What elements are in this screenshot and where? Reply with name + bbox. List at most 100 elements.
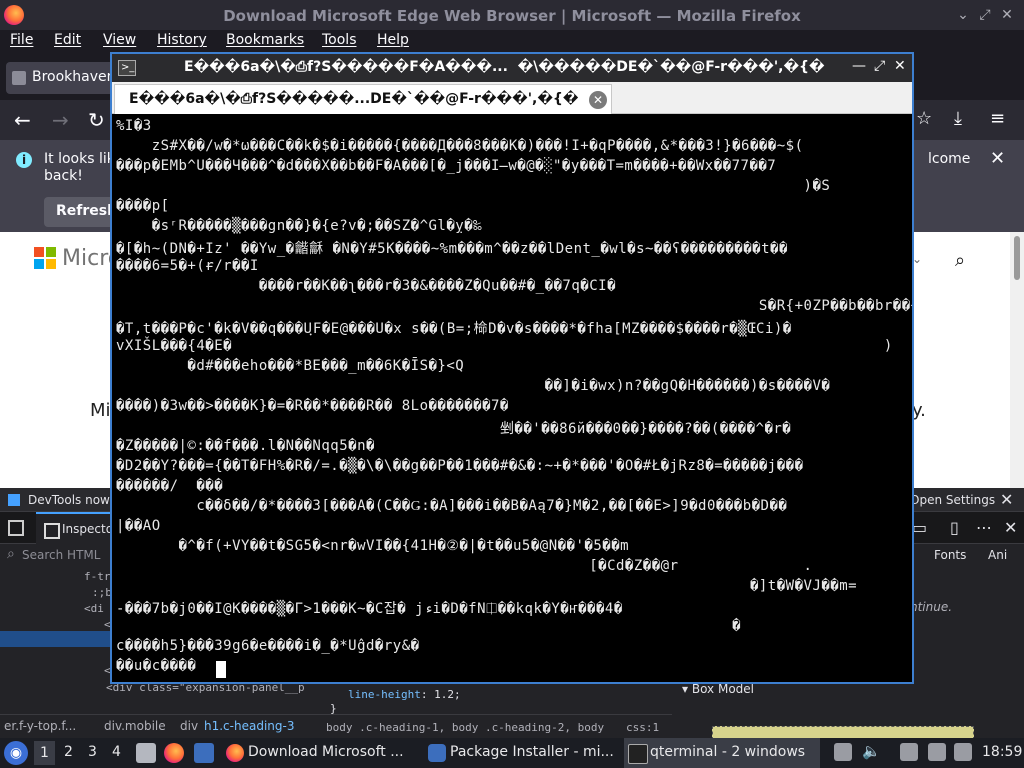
- app-launcher-icon[interactable]: [194, 743, 214, 763]
- menu-help[interactable]: Help: [377, 32, 409, 48]
- responsive-icon[interactable]: ▯: [950, 518, 959, 537]
- devtools-icon: [8, 494, 20, 506]
- open-settings-link[interactable]: Open Settings: [910, 493, 995, 507]
- terminal-line: ������/ ���: [116, 478, 224, 494]
- workspace-1[interactable]: 1: [34, 741, 55, 765]
- task-qterminal[interactable]: qterminal - 2 windows: [624, 738, 820, 768]
- microsoft-logo-icon: [34, 247, 56, 269]
- browser-tab[interactable]: Brookhaven: [6, 62, 126, 94]
- devtools-banner-text: DevTools now f: [28, 493, 118, 507]
- terminal-line: -���7b�j0��I@K����▒�Γ>1���K~�C잡� jءi�D�f…: [116, 601, 623, 617]
- terminal-line: �^�f(+VY��t�SG5�<nr�wVI��{41H�②�|�t��u5�…: [116, 538, 630, 554]
- menu-edit[interactable]: Edit: [54, 32, 81, 48]
- hamburger-menu-icon[interactable]: ≡: [990, 108, 1005, 129]
- terminal-line: ��]�i�wx)n?��gQ�H������)�s����V�: [116, 378, 831, 394]
- tab-fonts[interactable]: Fonts: [934, 548, 966, 562]
- tray-display-icon[interactable]: [928, 743, 946, 761]
- dock-icon[interactable]: ▭: [912, 518, 927, 537]
- close-icon[interactable]: ✕: [894, 58, 906, 74]
- forward-icon[interactable]: →: [52, 108, 69, 132]
- terminal-line: �Z�����|©:��f���.l�N��Nqq5�n�: [116, 438, 375, 454]
- banner-close-icon[interactable]: ✕: [1000, 490, 1013, 509]
- more-options-icon[interactable]: ⋯: [976, 518, 992, 537]
- breadcrumb-item[interactable]: div.mobile: [104, 719, 166, 733]
- terminal-line: [�Cd�Z��@r .: [116, 558, 813, 574]
- reload-icon[interactable]: ↻: [88, 108, 105, 132]
- page-body-text: Mi: [90, 400, 111, 421]
- volume-icon[interactable]: 🔈: [862, 742, 881, 760]
- terminal-line: c����h5}���39g6�e����i�_�*Uĝd�ry&�: [116, 638, 420, 654]
- tab-favicon-icon: [12, 71, 26, 85]
- terminal-line: �]t�W�VJ��m=: [116, 578, 858, 594]
- terminal-line: �[�h~(DN�+Iz' ��Yw_�龤龢 �N�Y#5K����~%m���…: [116, 241, 788, 257]
- taskbar: ◉ 1 2 3 4 Download Microsoft ... Package…: [0, 738, 1024, 768]
- file-manager-icon[interactable]: [136, 743, 156, 763]
- minimize-icon[interactable]: ⌄: [954, 6, 972, 24]
- tab-close-icon[interactable]: ✕: [589, 91, 607, 109]
- start-menu-icon[interactable]: ◉: [4, 741, 28, 765]
- breadcrumb-item[interactable]: div: [180, 719, 198, 733]
- notification-text-2: back!: [44, 168, 83, 184]
- element-picker-icon[interactable]: [8, 520, 24, 536]
- box-model-header[interactable]: ▾ Box Model: [682, 682, 754, 696]
- back-icon[interactable]: ←: [14, 108, 31, 132]
- devtools-close-icon[interactable]: ✕: [1004, 518, 1017, 537]
- tree-line[interactable]: <di: [84, 602, 104, 615]
- search-icon[interactable]: ⌕: [955, 250, 965, 271]
- menu-bookmarks[interactable]: Bookmarks: [226, 32, 304, 48]
- breadcrumb-item[interactable]: h1.c-heading-3: [204, 719, 294, 733]
- notification-text-right: lcome: [928, 151, 971, 167]
- terminal-app-icon: >_: [118, 60, 136, 76]
- workspace-2[interactable]: 2: [64, 744, 73, 760]
- menu-tools[interactable]: Tools: [322, 32, 357, 48]
- tray-clipboard-icon[interactable]: [834, 743, 852, 761]
- tab-label: Brookhaven: [32, 69, 116, 85]
- css-value[interactable]: 1.2;: [434, 688, 461, 701]
- tray-notes-icon[interactable]: [900, 743, 918, 761]
- info-icon: i: [16, 152, 32, 168]
- menu-history[interactable]: History: [157, 32, 207, 48]
- maximize-icon[interactable]: ⤢: [874, 58, 885, 74]
- page-scrollbar[interactable]: [1010, 232, 1024, 488]
- downloads-icon[interactable]: ⤓: [954, 108, 962, 129]
- tree-line[interactable]: f-tr: [84, 570, 111, 583]
- page-body-text-right: y.: [912, 400, 926, 421]
- qterminal-window: >_ E���6a�\�⎙f?S�����F�A���... �\�����DE…: [110, 52, 914, 684]
- clock: 18:59: [982, 744, 1023, 760]
- tab-inspector[interactable]: Inspecto: [36, 512, 116, 544]
- close-icon[interactable]: ✕: [998, 6, 1016, 24]
- terminal-output[interactable]: %I�3 zS#X��/w�*ω���C��k�$�i�����{����Д��…: [112, 114, 912, 682]
- css-source-link[interactable]: css:1: [626, 721, 659, 734]
- task-firefox[interactable]: Download Microsoft ...: [222, 738, 412, 768]
- task-package-installer[interactable]: Package Installer - mi...: [424, 738, 616, 768]
- terminal-line: �D2��Y?���={��T�FH%�R�/=.�▒�\�\��g��P��1…: [116, 458, 804, 474]
- terminal-line: ���p�EMb^U���Ч���^�d���X��b��F�A���[�_j�…: [116, 158, 777, 174]
- maximize-icon[interactable]: ⤢: [976, 6, 994, 24]
- breadcrumb-item[interactable]: er.f-y-top.f...: [4, 719, 76, 733]
- terminal-tab-label: E���6a�\�⎙f?S�����...DE�`��@F-r���',�{�: [129, 91, 579, 107]
- terminal-tab-strip: E���6a�\�⎙f?S�����...DE�`��@F-r���',�{� …: [112, 82, 912, 114]
- devtools-continue-text: ntinue.: [910, 600, 953, 614]
- workspace-4[interactable]: 4: [112, 744, 121, 760]
- notification-close-icon[interactable]: ✕: [990, 148, 1005, 169]
- terminal-tab[interactable]: E���6a�\�⎙f?S�����...DE�`��@F-r���',�{� …: [114, 84, 612, 114]
- tree-line[interactable]: :;b: [92, 586, 112, 599]
- terminal-line: vXIŠL���{4�E� ): [116, 338, 893, 354]
- terminal-line: c��δ��/�*����3[���A�(C��Ǥ:�A]���i��B�Αą7…: [116, 498, 788, 514]
- search-html-input[interactable]: Search HTML: [0, 544, 110, 568]
- workspace-3[interactable]: 3: [88, 744, 97, 760]
- terminal-cursor: [216, 661, 226, 678]
- tab-animations[interactable]: Ani: [988, 548, 1007, 562]
- terminal-line: �d#���eho���*BE���_m��6K�ĪS�}<Q: [116, 358, 465, 374]
- bookmark-star-icon[interactable]: ☆: [916, 108, 932, 129]
- refresh-button[interactable]: Refresh: [44, 197, 117, 227]
- menu-file[interactable]: File: [10, 32, 33, 48]
- menu-view[interactable]: View: [103, 32, 136, 48]
- minimize-icon[interactable]: —: [852, 58, 866, 74]
- terminal-line: �T,t���P�c'�k�V��q���UฺF�E@���U�x s��(B=…: [116, 321, 792, 337]
- terminal-line: �sʳR�����▒���gn��}�{e?v�;��SZ�^Gl�ỵ�‰: [116, 218, 483, 234]
- terminal-line: ����p[: [116, 198, 170, 214]
- terminal-line: %I�3: [116, 118, 152, 134]
- firefox-launcher-icon[interactable]: [164, 743, 184, 763]
- tray-network-icon[interactable]: [954, 743, 972, 761]
